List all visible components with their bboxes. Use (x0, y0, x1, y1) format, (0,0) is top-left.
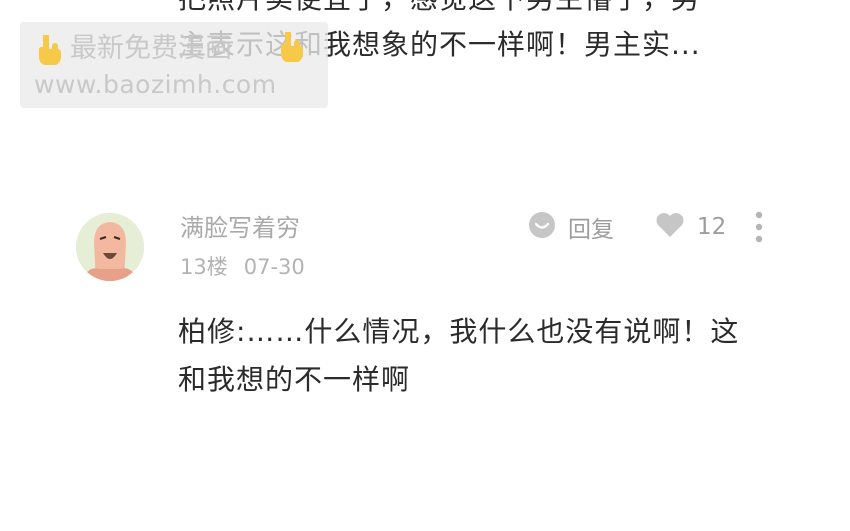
comment-date: 07-30 (243, 255, 305, 279)
comment-body: 柏修:……什么情况，我什么也没有说啊！这 和我想的不一样啊 (178, 308, 798, 404)
like-button[interactable]: 12 (655, 210, 726, 244)
comment-line: 柏修:……什么情况，我什么也没有说啊！这 (178, 315, 740, 348)
comment-meta: 13楼 07-30 (180, 253, 305, 281)
reply-label: 回复 (568, 217, 614, 243)
pointing-hand-icon (276, 30, 306, 63)
comment-line: 和我想的不一样啊 (178, 363, 411, 396)
previous-comment-line: 把照片卖便宜了，感觉这下男主懵了，男 (178, 0, 778, 22)
floor-number: 13楼 (180, 255, 228, 279)
watermark-text: 最新免费漫画 (70, 33, 232, 64)
pointing-hand-icon (34, 33, 64, 66)
like-count: 12 (697, 214, 727, 240)
comment-username[interactable]: 满脸写着穷 (180, 211, 300, 245)
more-options-icon[interactable] (750, 210, 768, 244)
avatar[interactable] (76, 213, 144, 281)
watermark-url: www.baozimh.com (34, 70, 277, 99)
heart-icon (655, 212, 685, 242)
comment-page: 把照片卖便宜了，感觉这下男主懵了，男 主表示这和我想象的不一样啊！男主实... … (0, 0, 850, 531)
reply-button[interactable]: 回复 (528, 210, 614, 244)
watermark-title-row: 最新免费漫画 (34, 32, 232, 66)
reply-icon (528, 211, 556, 243)
